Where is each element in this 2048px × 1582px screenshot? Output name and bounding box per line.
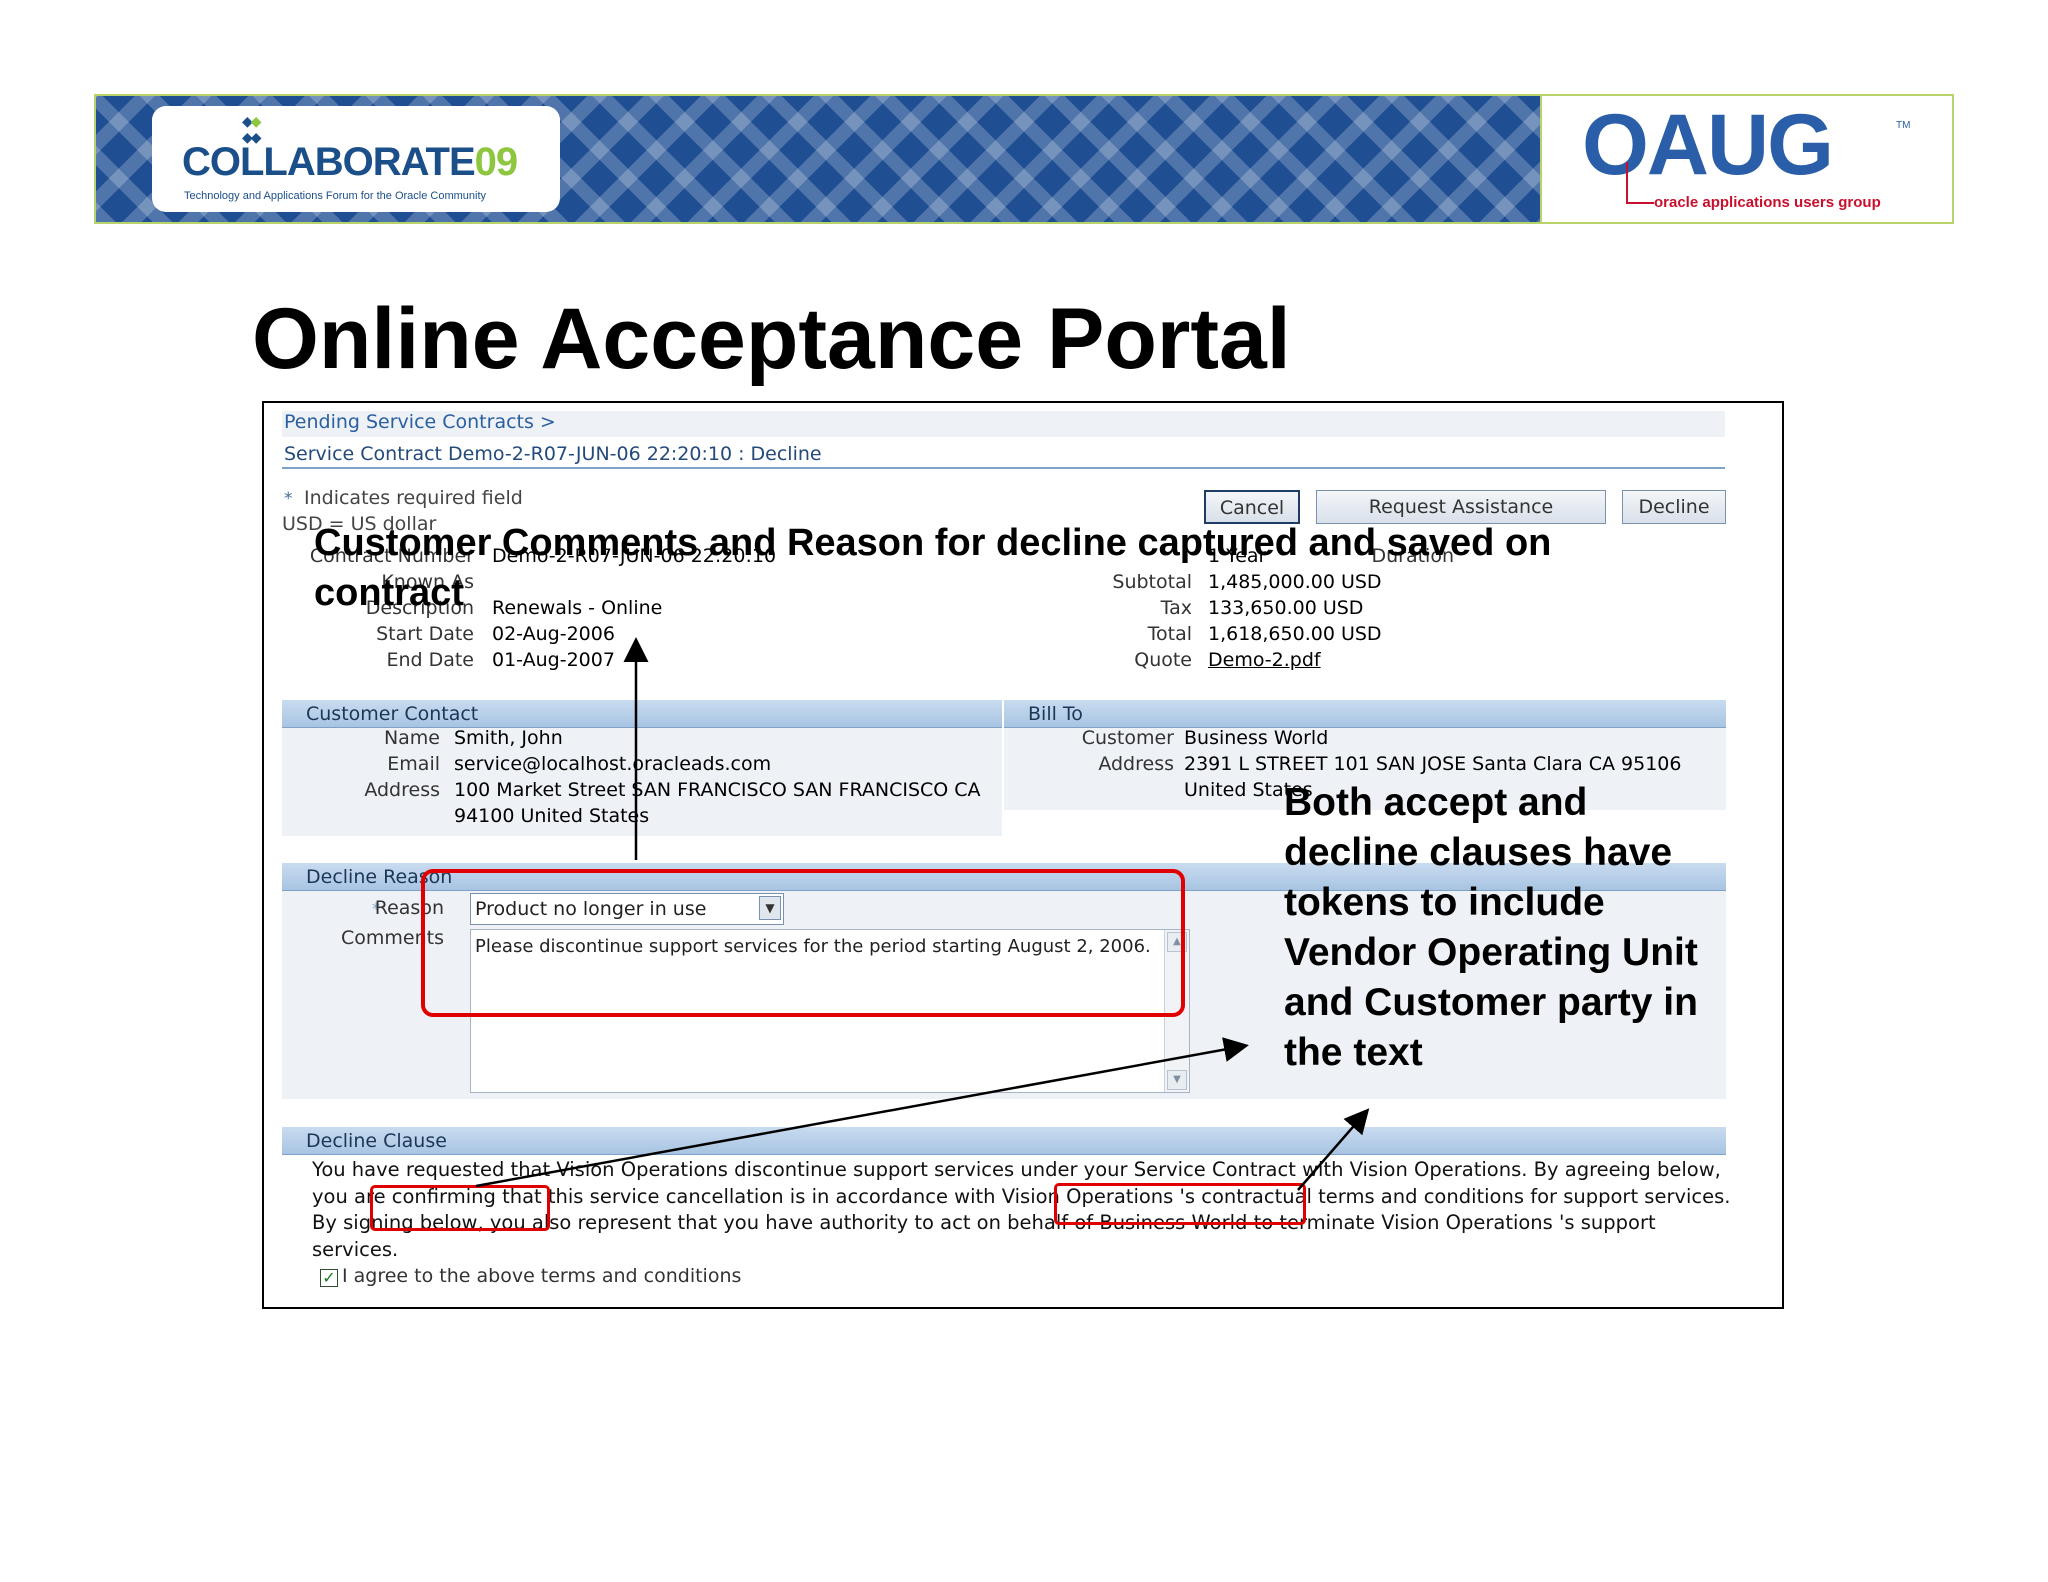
agree-checkbox-label: I agree to the above terms and condition… bbox=[342, 1265, 742, 1287]
tokens-callout-line: Vendor Operating Unit bbox=[1284, 931, 1698, 974]
end-date-value: 01-Aug-2007 bbox=[492, 649, 615, 671]
start-date-label: Start Date bbox=[376, 623, 474, 645]
tokens-callout: Both accept and decline clauses have tok… bbox=[1284, 778, 1698, 1078]
tax-label: Tax bbox=[1160, 597, 1192, 619]
customer-contact-header: Customer Contact bbox=[282, 700, 1002, 728]
bill-to-customer-value: Business World bbox=[1184, 727, 1329, 749]
slide-title: Online Acceptance Portal bbox=[252, 291, 1291, 387]
contact-address-line2: 94100 United States bbox=[454, 805, 650, 827]
quote-pdf-link[interactable]: Demo-2.pdf bbox=[1208, 649, 1321, 671]
oaug-logo: OAUG TM oracle applications users group bbox=[1540, 96, 1952, 222]
tokens-callout-line: tokens to include bbox=[1284, 881, 1605, 924]
breadcrumb-pending-contracts[interactable]: Pending Service Contracts > bbox=[284, 411, 556, 433]
page-heading: Service Contract Demo-2-R07-JUN-06 22:20… bbox=[284, 443, 822, 465]
comments-callout-line1: Customer Comments and Reason for decline… bbox=[314, 522, 1552, 564]
collaborate-logo: ◆◆ ◆◆ COLLABORATE09 Technology and Applic… bbox=[152, 106, 560, 212]
oaug-trademark: TM bbox=[1896, 120, 1911, 131]
contact-address-label: Address bbox=[364, 779, 440, 801]
contact-address-line1: 100 Market Street SAN FRANCISCO SAN FRAN… bbox=[454, 779, 981, 801]
contact-name-value: Smith, John bbox=[454, 727, 563, 749]
contact-email-label: Email bbox=[387, 753, 440, 775]
tokens-callout-line: decline clauses have bbox=[1284, 831, 1673, 874]
subtotal-value: 1,485,000.00 USD bbox=[1208, 571, 1382, 593]
scroll-down-icon[interactable]: ▼ bbox=[1167, 1070, 1187, 1090]
collaborate-tagline: Technology and Applications Forum for th… bbox=[184, 190, 487, 202]
you-are-confirming-highlight bbox=[370, 1185, 550, 1231]
conference-banner: ◆◆ ◆◆ COLLABORATE09 Technology and Applic… bbox=[94, 94, 1954, 224]
tax-value: 133,650.00 USD bbox=[1208, 597, 1364, 619]
oaug-tagline: oracle applications users group bbox=[1654, 194, 1881, 211]
contact-name-label: Name bbox=[383, 727, 440, 749]
contact-email-value: service@localhost.oracleads.com bbox=[454, 753, 772, 775]
request-assistance-button[interactable]: Request Assistance bbox=[1316, 490, 1606, 524]
tokens-callout-line: Both accept and bbox=[1284, 781, 1588, 824]
description-value: Renewals - Online bbox=[492, 597, 663, 619]
start-date-value: 02-Aug-2006 bbox=[492, 623, 615, 645]
agree-checkbox[interactable]: ✓ bbox=[320, 1269, 338, 1287]
required-asterisk-icon: * bbox=[284, 489, 293, 509]
total-value: 1,618,650.00 USD bbox=[1208, 623, 1382, 645]
oaug-wordmark: OAUG bbox=[1582, 97, 1834, 193]
bill-to-customer-label: Customer bbox=[1081, 727, 1174, 749]
vision-operations-highlight bbox=[1054, 1183, 1306, 1225]
collaborate-wordmark: COLLABORATE09 bbox=[182, 140, 518, 184]
tokens-callout-line: the text bbox=[1284, 1031, 1423, 1074]
comments-callout-line2: contract bbox=[314, 572, 464, 614]
bill-to-address-line1: 2391 L STREET 101 SAN JOSE Santa Clara C… bbox=[1184, 753, 1682, 775]
cancel-button[interactable]: Cancel bbox=[1204, 490, 1300, 524]
bill-to-address-label: Address bbox=[1098, 753, 1174, 775]
oaug-connector-line bbox=[1626, 162, 1654, 204]
bill-to-header: Bill To bbox=[1004, 700, 1726, 728]
page-heading-box: Service Contract Demo-2-R07-JUN-06 22:20… bbox=[282, 443, 1725, 469]
quote-label: Quote bbox=[1134, 649, 1192, 671]
decline-clause-header: Decline Clause bbox=[282, 1127, 1726, 1155]
total-label: Total bbox=[1147, 623, 1192, 645]
end-date-label: End Date bbox=[386, 649, 474, 671]
subtotal-label: Subtotal bbox=[1112, 571, 1192, 593]
tokens-callout-line: and Customer party in bbox=[1284, 981, 1698, 1024]
decline-button[interactable]: Decline bbox=[1622, 490, 1726, 524]
decline-reason-highlight bbox=[421, 869, 1185, 1017]
required-field-note: Indicates required field bbox=[304, 487, 523, 509]
